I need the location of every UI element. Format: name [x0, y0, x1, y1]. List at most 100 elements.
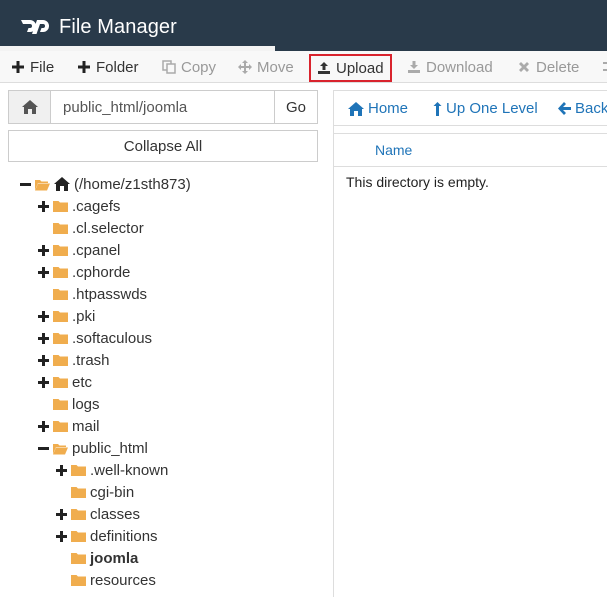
folder-icon	[71, 530, 86, 543]
folder-open-icon	[35, 178, 50, 191]
name-column-header[interactable]: Name	[375, 142, 412, 158]
go-button[interactable]: Go	[274, 91, 317, 123]
tree-item[interactable]: .cpanel	[38, 239, 120, 261]
page-title: File Manager	[59, 16, 177, 38]
upload-icon	[317, 61, 331, 75]
folder-icon	[53, 288, 68, 301]
expand-icon[interactable]	[38, 354, 49, 366]
back-button[interactable]: Back	[558, 100, 607, 117]
level-up-icon	[433, 101, 442, 116]
copy-button[interactable]: Copy	[162, 51, 216, 83]
folder-icon	[71, 486, 86, 499]
delete-button[interactable]: Delete	[517, 51, 579, 83]
copy-label: Copy	[181, 58, 217, 76]
tree-item-label: .cpanel	[72, 241, 121, 259]
tree-item-label: definitions	[90, 527, 158, 545]
tree-item-label: .htpasswds	[72, 285, 148, 303]
tree-item[interactable]: classes	[56, 503, 140, 525]
new-file-button[interactable]: File	[11, 51, 54, 83]
download-button[interactable]: Download	[407, 51, 493, 83]
delete-label: Delete	[536, 58, 580, 76]
collapse-icon[interactable]	[38, 443, 49, 454]
tree-item-label: .trash	[72, 351, 110, 369]
tree-item[interactable]: (/home/z1sth873)	[20, 173, 191, 195]
expand-icon[interactable]	[38, 200, 49, 212]
tree-item[interactable]: .cphorde	[38, 261, 130, 283]
tree-item-label: etc	[72, 373, 93, 391]
folder-icon	[53, 420, 68, 433]
file-table-header: Name	[334, 133, 607, 167]
folder-icon	[71, 574, 86, 587]
arrow-left-icon	[558, 102, 571, 115]
tree-item[interactable]: definitions	[56, 525, 158, 547]
move-button[interactable]: Move	[238, 51, 294, 83]
tree-item[interactable]: .cl.selector	[38, 217, 144, 239]
tree-item-label: joomla	[90, 549, 139, 567]
app-header: File Manager	[0, 0, 607, 51]
tree-item-label: classes	[90, 505, 141, 523]
file-nav-bar: Home Up One Level Back	[334, 90, 607, 126]
tree-item[interactable]: resources	[56, 569, 156, 591]
nav-home-label: Home	[368, 100, 409, 117]
nav-home-button[interactable]: Home	[348, 100, 408, 117]
path-input[interactable]	[51, 91, 275, 123]
tree-item[interactable]: .trash	[38, 349, 110, 371]
home-icon	[348, 101, 364, 116]
collapse-icon[interactable]	[20, 179, 31, 190]
new-folder-button[interactable]: Folder	[77, 51, 139, 83]
tree-item[interactable]: public_html	[38, 437, 148, 459]
tree-item-label: mail	[72, 417, 100, 435]
folder-icon	[71, 508, 86, 521]
expand-icon[interactable]	[56, 464, 67, 476]
folder-icon	[53, 222, 68, 235]
tree-item-label: .cagefs	[72, 197, 121, 215]
tree-item-label: (/home/z1sth873)	[74, 175, 191, 193]
up-one-level-button[interactable]: Up One Level	[433, 100, 538, 117]
expand-icon[interactable]	[38, 266, 49, 278]
expand-icon[interactable]	[56, 530, 67, 542]
tree-item[interactable]: .softaculous	[38, 327, 152, 349]
tree-item[interactable]: cgi-bin	[56, 481, 134, 503]
expand-icon[interactable]	[38, 310, 49, 322]
expand-icon[interactable]	[38, 332, 49, 344]
folder-icon	[53, 332, 68, 345]
new-file-label: File	[30, 58, 55, 76]
folder-icon	[53, 310, 68, 323]
move-label: Move	[257, 58, 294, 76]
tree-item-label: .cphorde	[72, 263, 131, 281]
tree-item[interactable]: logs	[38, 393, 100, 415]
tree-item[interactable]: joomla	[56, 547, 138, 569]
folder-icon	[53, 200, 68, 213]
folder-icon	[53, 354, 68, 367]
tree-item[interactable]: etc	[38, 371, 92, 393]
tree-item-label: cgi-bin	[90, 483, 135, 501]
home-icon	[21, 100, 38, 114]
move-arrows-icon	[238, 60, 252, 74]
expand-icon[interactable]	[38, 244, 49, 256]
folder-icon	[71, 464, 86, 477]
tree-item[interactable]: .well-known	[56, 459, 168, 481]
tree-item-label: logs	[72, 395, 100, 413]
path-bar: Go	[8, 90, 318, 124]
tree-item[interactable]: .pki	[38, 305, 95, 327]
up-one-level-label: Up One Level	[446, 100, 538, 117]
empty-directory-message: This directory is empty.	[346, 174, 489, 190]
more-toolbar-icon[interactable]	[600, 51, 607, 83]
upload-button[interactable]: Upload	[309, 54, 392, 82]
expand-icon[interactable]	[38, 376, 49, 388]
home-button[interactable]	[9, 91, 52, 123]
collapse-all-button[interactable]: Collapse All	[8, 130, 318, 162]
toolbar: File Folder Copy Move Upload Download De…	[0, 51, 607, 83]
tree-item[interactable]: .cagefs	[38, 195, 120, 217]
cpanel-logo-icon	[21, 20, 49, 34]
expand-icon[interactable]	[56, 508, 67, 520]
expand-icon[interactable]	[38, 420, 49, 432]
new-folder-label: Folder	[96, 58, 139, 76]
close-icon	[517, 60, 531, 74]
folder-icon	[53, 244, 68, 257]
folder-icon	[53, 398, 68, 411]
tree-item-label: .softaculous	[72, 329, 153, 347]
upload-label: Upload	[336, 59, 384, 77]
tree-item[interactable]: .htpasswds	[38, 283, 147, 305]
tree-item[interactable]: mail	[38, 415, 100, 437]
